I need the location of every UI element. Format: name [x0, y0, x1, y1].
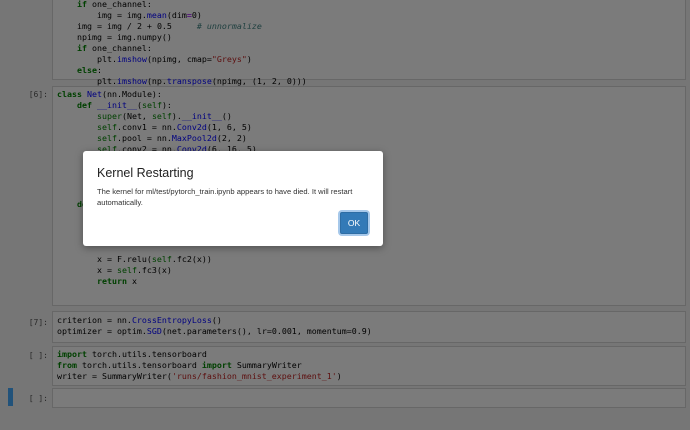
kernel-restarting-dialog: Kernel Restarting The kernel for ml/test… [83, 151, 383, 246]
dialog-title: Kernel Restarting [97, 166, 194, 180]
ok-button[interactable]: OK [340, 212, 368, 234]
dialog-message: The kernel for ml/test/pytorch_train.ipy… [97, 187, 353, 207]
